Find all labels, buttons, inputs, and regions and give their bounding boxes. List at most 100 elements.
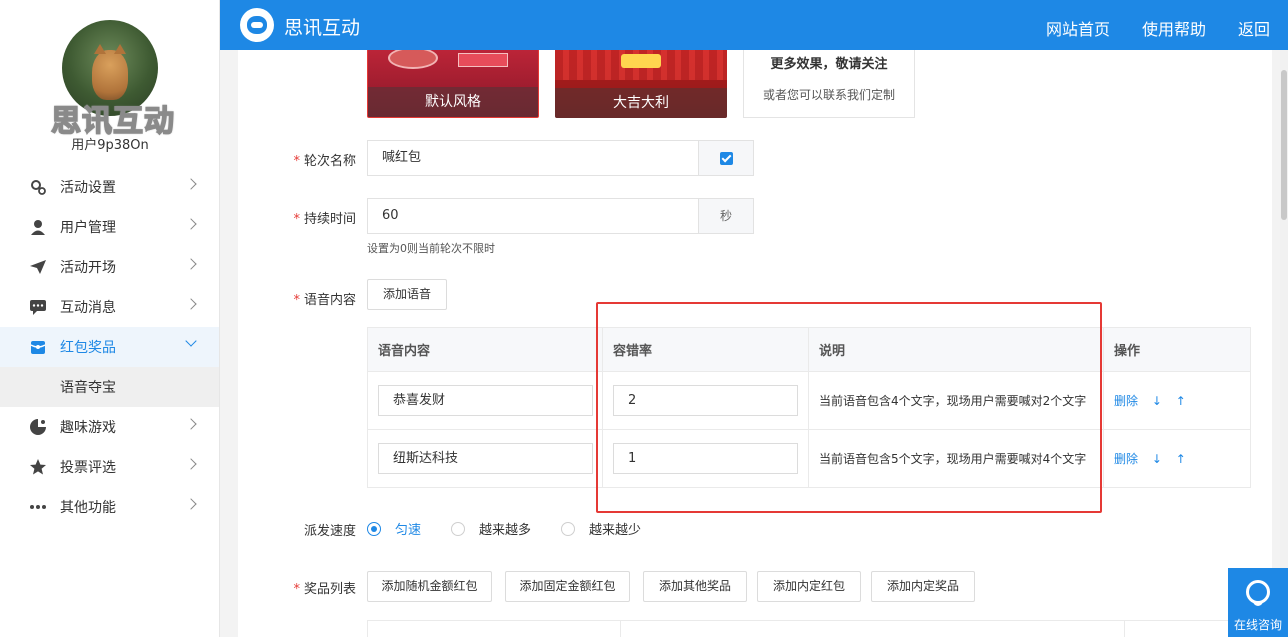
site-title: 思讯互动: [284, 17, 361, 39]
column-header-note: 说明: [808, 327, 1104, 372]
move-up-icon[interactable]: ↑: [1176, 394, 1186, 408]
chevron-right-icon: [185, 298, 197, 310]
delete-link[interactable]: 删除: [1114, 452, 1138, 466]
bear-logo-icon: [240, 8, 274, 42]
sidebar-item-activity-opening[interactable]: 活动开场: [0, 247, 219, 287]
chevron-right-icon: [185, 218, 197, 230]
move-down-icon[interactable]: ↓: [1152, 452, 1162, 466]
online-consult-label: 在线咨询: [1233, 618, 1282, 632]
chevron-right-icon: [185, 498, 197, 510]
speed-radio-uniform[interactable]: [367, 521, 381, 536]
add-voice-button[interactable]: 添加语音: [367, 279, 447, 310]
banner-graphic: [458, 53, 508, 67]
sidebar-item-user-management[interactable]: 用户管理: [0, 207, 219, 247]
table-row: 纽斯达科技 1 当前语音包含5个文字，现场用户需要喊对4个文字 删除 ↓ ↑: [367, 429, 1251, 488]
template-lucky-style[interactable]: 大吉大利: [555, 50, 727, 118]
template-more-card: 更多效果，敬请关注 或者您可以联系我们定制: [743, 50, 915, 118]
sidebar-item-label: 趣味游戏: [60, 420, 116, 436]
nav-help-link[interactable]: 使用帮助: [1142, 16, 1206, 40]
duration-input[interactable]: 60: [367, 198, 699, 234]
sidebar-item-interactive-messages[interactable]: 互动消息: [0, 287, 219, 327]
duration-label: * 持续时间: [293, 212, 356, 227]
add-preset-red-packet-button[interactable]: 添加内定红包: [757, 571, 861, 602]
round-name-label: * 轮次名称: [293, 154, 356, 169]
submenu-item-voice-treasure[interactable]: 语音夺宝: [0, 367, 219, 407]
more-templates-title: 更多效果，敬请关注: [770, 57, 888, 72]
speed-option-label: 越来越少: [589, 523, 642, 538]
more-templates-contact: 或者您可以联系我们定制: [762, 88, 895, 102]
speed-radio-decreasing[interactable]: [561, 521, 576, 536]
send-icon: [28, 258, 48, 276]
gift-icon: [28, 338, 48, 356]
move-up-icon[interactable]: ↑: [1176, 452, 1186, 466]
table-row: 恭喜发财 2 当前语音包含4个文字，现场用户需要喊对2个文字 删除 ↓ ↑: [367, 371, 1251, 430]
user-icon: [28, 218, 48, 236]
prize-list-label: * 奖品列表: [293, 582, 356, 597]
sidebar-item-activity-settings[interactable]: 活动设置: [0, 167, 219, 207]
round-name-checkbox-addon[interactable]: [698, 140, 754, 176]
username: 用户9p38On: [71, 138, 149, 153]
column-header-tolerance: 容错率: [602, 327, 809, 372]
column-header-voice-content: 语音内容: [367, 327, 603, 372]
voice-content-input[interactable]: 恭喜发财: [378, 385, 593, 416]
blimp-graphic: [388, 50, 438, 69]
gear-icon: [28, 178, 48, 196]
move-down-icon[interactable]: ↓: [1152, 394, 1162, 408]
template-label: 默认风格: [368, 87, 538, 117]
sidebar-item-label: 互动消息: [60, 300, 116, 316]
header-nav: 网站首页 使用帮助 返回: [1046, 16, 1270, 40]
voice-table: 语音内容 容错率 说明 操作 恭喜发财 2 当前语音包含4个文字，现场用户需要喊…: [367, 327, 1251, 488]
game-icon: [28, 418, 48, 436]
content-panel: 默认风格 大吉大利 更多效果，敬请关注 或者您可以联系我们定制 * 轮次名称 喊红…: [238, 50, 1272, 637]
template-default-style[interactable]: 默认风格: [367, 50, 539, 118]
sidebar-item-label: 红包奖品: [60, 340, 116, 356]
online-consult-button[interactable]: 在线咨询: [1228, 568, 1288, 637]
note-cell: 当前语音包含5个文字，现场用户需要喊对4个文字: [808, 429, 1104, 488]
nav-home-link[interactable]: 网站首页: [1046, 16, 1110, 40]
star-icon: [28, 458, 48, 476]
chevron-right-icon: [185, 458, 197, 470]
speed-option-label: 匀速: [395, 523, 422, 538]
chevron-down-icon: [185, 335, 197, 347]
add-preset-prize-button[interactable]: 添加内定奖品: [871, 571, 975, 602]
template-label: 大吉大利: [555, 88, 727, 118]
sidebar-item-fun-games[interactable]: 趣味游戏: [0, 407, 219, 447]
sidebar-item-label: 用户管理: [60, 220, 116, 236]
more-icon: [28, 498, 48, 516]
add-random-red-packet-button[interactable]: 添加随机金额红包: [367, 571, 492, 602]
top-header: 思讯互动 网站首页 使用帮助 返回: [220, 0, 1288, 50]
checkbox-checked-icon[interactable]: [720, 152, 733, 165]
chevron-right-icon: [185, 178, 197, 190]
badge-graphic: [621, 54, 661, 68]
round-name-input[interactable]: 喊红包: [367, 140, 699, 176]
duration-unit-addon: 秒: [698, 198, 754, 234]
prize-table-header-stub: [367, 620, 1251, 637]
speed-radio-increasing[interactable]: [451, 521, 466, 536]
sidebar-item-red-packet-prizes[interactable]: 红包奖品: [0, 327, 219, 367]
tolerance-input[interactable]: 1: [613, 443, 798, 474]
sidebar-item-label: 其他功能: [60, 500, 116, 516]
chevron-right-icon: [185, 258, 197, 270]
cat-photo: [92, 44, 128, 100]
voice-content-input[interactable]: 纽斯达科技: [378, 443, 593, 474]
column-header-actions: 操作: [1103, 327, 1251, 372]
note-cell: 当前语音包含4个文字，现场用户需要喊对2个文字: [808, 371, 1104, 430]
sidebar-item-other-functions[interactable]: 其他功能: [0, 487, 219, 527]
page-scrollbar[interactable]: [1280, 50, 1288, 637]
speed-label: 派发速度: [303, 524, 356, 539]
add-other-prize-button[interactable]: 添加其他奖品: [643, 571, 747, 602]
chevron-right-icon: [185, 418, 197, 430]
sidebar-item-voting[interactable]: 投票评选: [0, 447, 219, 487]
scrollbar-thumb[interactable]: [1281, 70, 1287, 220]
add-fixed-red-packet-button[interactable]: 添加固定金额红包: [505, 571, 630, 602]
nav-back-link[interactable]: 返回: [1238, 16, 1270, 40]
sidebar: 思讯互动 用户9p38On 活动设置 用户管理 活动开场 互动消息 红包奖品 语…: [0, 0, 220, 637]
duration-hint: 设置为0则当前轮次不限时: [367, 242, 495, 255]
sidebar-item-label: 活动设置: [60, 180, 116, 196]
speed-option-label: 越来越多: [479, 523, 532, 538]
tolerance-input[interactable]: 2: [613, 385, 798, 416]
speed-radio-group: 匀速 越来越多 越来越少: [367, 519, 671, 538]
delete-link[interactable]: 删除: [1114, 394, 1138, 408]
chat-icon: [28, 298, 48, 316]
sidebar-item-label: 活动开场: [60, 260, 116, 276]
